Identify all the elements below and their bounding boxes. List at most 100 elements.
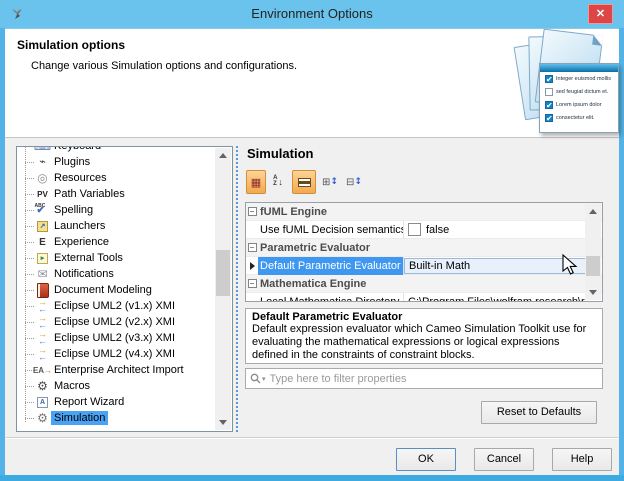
titlebar: Environment Options ✕ xyxy=(0,0,624,28)
sidebar-item-report-wizard[interactable]: AReport Wizard xyxy=(17,394,232,410)
sidebar-item-eclipse-uml2-v2-x-xmi[interactable]: →←Eclipse UML2 (v2.x) XMI xyxy=(17,314,232,330)
tree-items: ⌨Keyboard⌁Plugins◎ResourcesPVPath Variab… xyxy=(17,146,232,426)
property-label: Use fUML Decision semantics xyxy=(258,221,404,239)
sidebar-item-eclipse-uml2-v3-x-xmi[interactable]: →←Eclipse UML2 (v3.x) XMI xyxy=(17,330,232,346)
reset-to-defaults-button[interactable]: Reset to Defaults xyxy=(481,401,597,424)
property-row[interactable]: Local Mathematica Directory C:\Program Fi… xyxy=(246,293,602,302)
sidebar-item-label: Path Variables xyxy=(51,187,128,201)
sidebar-item-plugins[interactable]: ⌁Plugins xyxy=(17,154,232,170)
sidebar-item-spelling[interactable]: ABC✔Spelling xyxy=(17,202,232,218)
sidebar-item-external-tools[interactable]: ▸External Tools xyxy=(17,250,232,266)
categorize-button[interactable]: ▦ xyxy=(246,170,266,194)
table-scrollbar-thumb[interactable] xyxy=(586,256,600,276)
sidebar-item-label: Resources xyxy=(51,171,110,185)
tree-connector-stub xyxy=(25,194,34,195)
property-row[interactable]: Use fUML Decision semanticsfalse xyxy=(246,221,602,239)
checkbox-icon: ✔ xyxy=(545,101,553,109)
sort-alphabetically-icon: AZ↓ xyxy=(273,176,283,188)
header-title: Simulation options xyxy=(17,38,125,52)
checkbox-icon: ✔ xyxy=(545,114,553,122)
search-icon[interactable]: ▾ xyxy=(250,373,266,384)
sidebar-item-notifications[interactable]: ✉Notifications xyxy=(17,266,232,282)
sidebar-item-simulation[interactable]: ⚙Simulation xyxy=(17,410,232,426)
sidebar-item-label: Notifications xyxy=(51,267,117,281)
sidebar-item-enterprise-architect-import[interactable]: EA→Enterprise Architect Import xyxy=(17,362,232,378)
sidebar-item-label: Keyboard xyxy=(51,146,104,153)
tree-connector-stub xyxy=(25,290,34,291)
sidebar-item-launchers[interactable]: ↗Launchers xyxy=(17,218,232,234)
property-value-text: C:\Program Files\wolfram research\r xyxy=(408,296,585,303)
tree-connector-stub xyxy=(25,258,34,259)
group-label: Parametric Evaluator xyxy=(258,239,404,257)
property-value-dropdown[interactable]: Built-in Math xyxy=(404,258,601,274)
tree-connector-stub xyxy=(25,402,34,403)
show-description-button[interactable] xyxy=(292,170,316,194)
sidebar-item-experience[interactable]: EExperience xyxy=(17,234,232,250)
help-button[interactable]: Help xyxy=(552,448,612,471)
path-variables-icon: PV xyxy=(34,186,51,202)
sidebar-item-resources[interactable]: ◎Resources xyxy=(17,170,232,186)
table-scrollbar[interactable] xyxy=(585,204,601,300)
filter-input[interactable] xyxy=(268,372,598,386)
checkbox-icon[interactable] xyxy=(408,223,421,236)
close-button[interactable]: ✕ xyxy=(588,4,613,24)
checklist-item: sed feugiat dictum et. xyxy=(540,85,618,98)
property-value-text[interactable]: C:\Program Files\wolfram research\r xyxy=(404,293,602,303)
checklist-item-label: consectetur elit. xyxy=(556,115,595,121)
options-tree: ⌨Keyboard⌁Plugins◎ResourcesPVPath Variab… xyxy=(16,146,233,432)
sort-alphabetically-button[interactable]: AZ↓ xyxy=(268,170,288,194)
tree-panel-splitter[interactable] xyxy=(236,146,238,432)
tree-connector-stub xyxy=(25,418,34,419)
sidebar-item-eclipse-uml2-v4-x-xmi[interactable]: →←Eclipse UML2 (v4.x) XMI xyxy=(17,346,232,362)
ok-button[interactable]: OK xyxy=(396,448,456,471)
sidebar-item-keyboard[interactable]: ⌨Keyboard xyxy=(17,146,232,154)
property-description-body: Default expression evaluator which Cameo… xyxy=(252,323,596,362)
scroll-down-icon[interactable] xyxy=(215,415,231,430)
sidebar-item-label: Spelling xyxy=(51,203,96,217)
tree-connector-stub xyxy=(25,322,34,323)
cancel-button[interactable]: Cancel xyxy=(474,448,534,471)
property-group-row[interactable]: −Mathematica Engine xyxy=(246,275,602,293)
sidebar-item-path-variables[interactable]: PVPath Variables xyxy=(17,186,232,202)
scroll-down-icon[interactable] xyxy=(585,285,601,300)
sidebar-item-label: Plugins xyxy=(51,155,93,169)
tree-connector-stub xyxy=(25,210,34,211)
sidebar-item-label: Eclipse UML2 (v4.x) XMI xyxy=(51,347,178,361)
scroll-up-icon[interactable] xyxy=(215,148,231,163)
tree-connector-stub xyxy=(25,274,34,275)
property-group-row[interactable]: −Parametric Evaluator xyxy=(246,239,602,257)
sidebar-item-eclipse-uml2-v1-x-xmi[interactable]: →←Eclipse UML2 (v1.x) XMI xyxy=(17,298,232,314)
scroll-up-icon[interactable] xyxy=(585,204,601,219)
checklist-card: ✔Integer euismod mollissed feugiat dictu… xyxy=(539,63,619,133)
uml-arrows-icon: →← xyxy=(34,330,51,346)
sidebar-item-label: Simulation xyxy=(51,411,108,425)
filter-dropdown-icon[interactable]: ▾ xyxy=(262,375,266,383)
launcher-icon: ↗ xyxy=(34,218,51,234)
collapse-group-icon: − xyxy=(246,279,258,288)
sidebar-item-label: Document Modeling xyxy=(51,283,155,297)
sidebar-item-label: Eclipse UML2 (v2.x) XMI xyxy=(51,315,178,329)
tree-connector-stub xyxy=(25,242,34,243)
property-label: Local Mathematica Directory xyxy=(258,293,404,303)
sidebar-item-label: Launchers xyxy=(51,219,108,233)
collapse-group-icon: − xyxy=(246,243,258,252)
property-value-checkbox[interactable]: false xyxy=(404,221,602,239)
collapse-all-button[interactable]: ⊟↕ xyxy=(344,170,364,194)
tree-scrollbar[interactable] xyxy=(215,148,231,430)
expand-all-button[interactable]: ⊞↕ xyxy=(320,170,340,194)
property-row[interactable]: Default Parametric EvaluatorBuilt-in Mat… xyxy=(246,257,602,275)
checkbox-icon xyxy=(545,88,553,96)
plug-icon: ⌁ xyxy=(34,154,51,170)
envelope-icon: ✉ xyxy=(34,266,51,282)
sidebar-item-macros[interactable]: ⚙Macros xyxy=(17,378,232,394)
categorize-icon: ▦ xyxy=(251,176,261,189)
property-group-row[interactable]: −fUML Engine xyxy=(246,203,602,221)
tree-connector-stub xyxy=(25,306,34,307)
tree-scrollbar-thumb[interactable] xyxy=(216,250,230,296)
checkbox-icon: ✔ xyxy=(545,75,553,83)
collapse-all-icon: ⊟↕ xyxy=(346,177,362,188)
sidebar-item-document-modeling[interactable]: Document Modeling xyxy=(17,282,232,298)
experience-icon: E xyxy=(34,234,51,250)
tree-connector-stub xyxy=(25,338,34,339)
sidebar-item-label: Experience xyxy=(51,235,112,249)
